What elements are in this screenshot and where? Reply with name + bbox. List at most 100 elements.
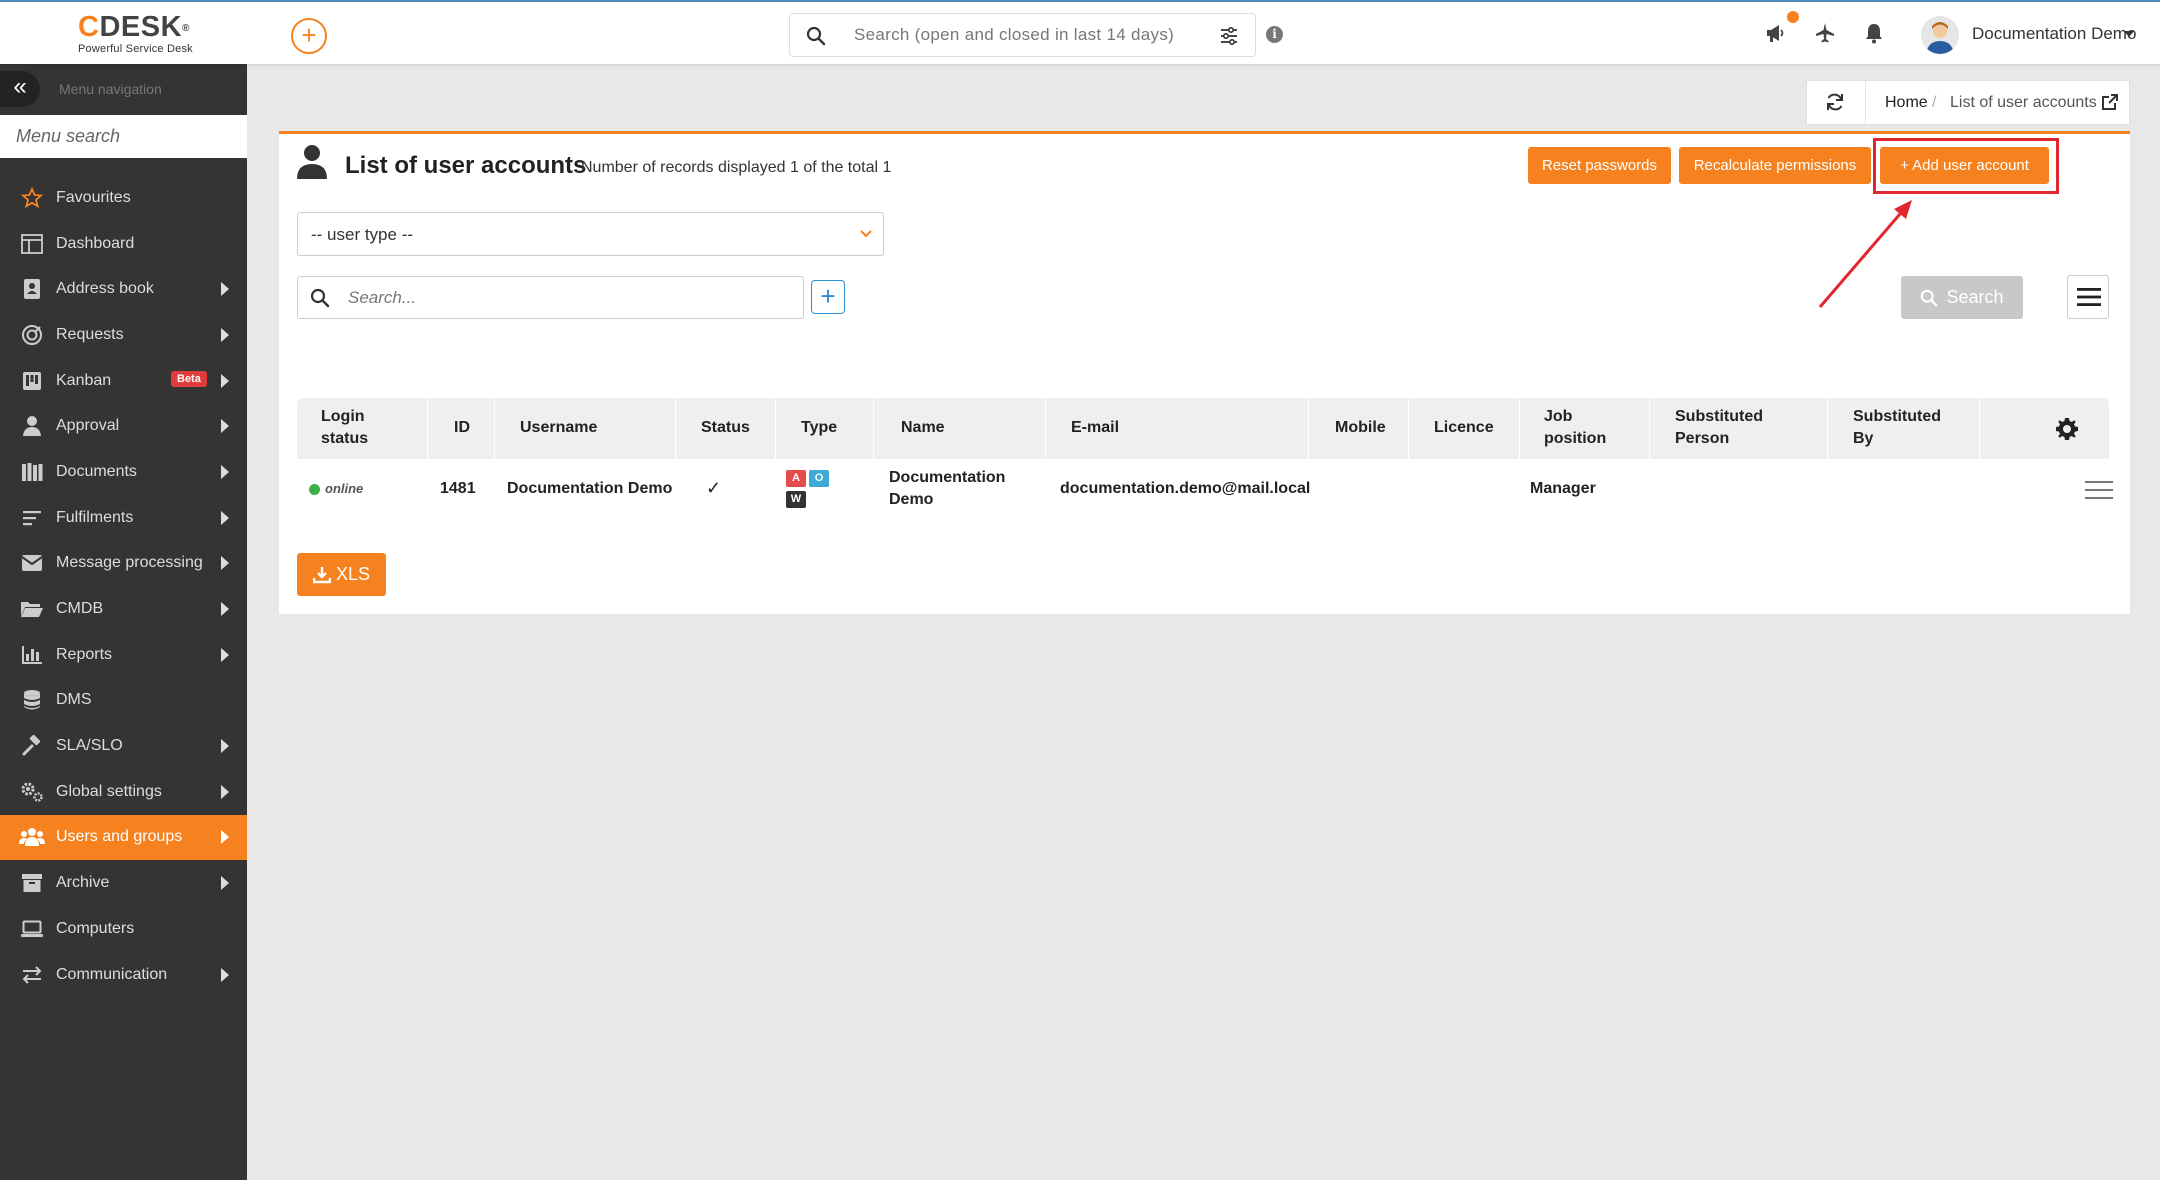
table-header: Login status ID Username Status Type Name… [297, 398, 2109, 459]
sidebar-item-documents[interactable]: Documents [0, 449, 247, 495]
recalculate-permissions-button[interactable]: Recalculate permissions [1679, 147, 1871, 184]
breadcrumb-home[interactable]: Home [1885, 94, 1928, 112]
logo[interactable]: CDESK® Powerful Service Desk [78, 12, 208, 56]
sidebar-item-label: Requests [56, 325, 124, 343]
collapse-menu-button[interactable]: « [0, 71, 40, 107]
sidebar-item-address-book[interactable]: Address book [0, 266, 247, 312]
sidebar-item-computers[interactable]: Computers [0, 906, 247, 952]
column-substituted-by[interactable]: Substituted By [1853, 406, 1941, 450]
sidebar-item-label: Computers [56, 919, 135, 937]
column-substituted-person[interactable]: Substituted Person [1675, 406, 1763, 450]
column-job-position[interactable]: Job position [1544, 406, 1606, 450]
status-check-icon: ✓ [706, 478, 722, 498]
filter-settings-icon[interactable] [1219, 26, 1239, 46]
sidebar-item-favourites[interactable]: Favourites [0, 175, 247, 221]
bell-icon[interactable] [1863, 22, 1885, 44]
sidebar-item-archive[interactable]: Archive [0, 860, 247, 906]
kanban-icon [19, 369, 45, 393]
top-bar: CDESK® Powerful Service Desk + i Documen… [0, 0, 2160, 64]
chevron-right-icon [221, 556, 229, 571]
sidebar-item-kanban[interactable]: Kanban Beta [0, 358, 247, 404]
search-icon [1921, 289, 1938, 306]
highlight-box [1873, 138, 2059, 194]
add-filter-button[interactable]: + [811, 280, 845, 314]
sidebar-item-global-settings[interactable]: Global settings [0, 769, 247, 815]
info-icon[interactable]: i [1266, 26, 1283, 43]
sidebar-item-sla-slo[interactable]: SLA/SLO [0, 723, 247, 769]
user-type-select[interactable]: -- user type -- [297, 212, 884, 256]
row-menu-icon[interactable] [2085, 481, 2113, 499]
address-book-icon [19, 277, 45, 301]
column-login-status[interactable]: Login status [321, 406, 368, 450]
sidebar-item-dashboard[interactable]: Dashboard [0, 221, 247, 267]
table-row[interactable]: online 1481 Documentation Demo ✓ A O W D… [297, 459, 2113, 519]
global-search-input[interactable] [854, 14, 1184, 56]
gear-icon[interactable] [2055, 417, 2079, 441]
divider [1865, 81, 1866, 124]
export-xls-button[interactable]: XLS [297, 553, 386, 596]
column-divider [873, 398, 874, 459]
quick-add-button[interactable]: + [291, 18, 327, 54]
requests-icon [19, 323, 45, 347]
username-cell[interactable]: Documentation Demo [507, 478, 672, 500]
columns-menu-button[interactable] [2067, 275, 2109, 319]
search-icon [806, 26, 826, 46]
sidebar-item-approval[interactable]: Approval [0, 403, 247, 449]
search-input[interactable] [348, 277, 788, 318]
type-badge-w: W [786, 491, 806, 508]
airplane-icon[interactable] [1814, 22, 1836, 44]
exchange-icon [19, 963, 45, 987]
sidebar-item-requests[interactable]: Requests [0, 312, 247, 358]
sidebar: « Menu navigation Favourites Dashboard A… [0, 64, 247, 1180]
sidebar-item-label: Message processing [56, 554, 203, 572]
column-name[interactable]: Name [901, 417, 945, 439]
column-id[interactable]: ID [454, 417, 470, 439]
user-icon [297, 145, 327, 179]
column-divider [1045, 398, 1046, 459]
annotation-arrow [1818, 200, 1912, 308]
sidebar-item-label: CMDB [56, 600, 104, 618]
breadcrumb-current: List of user accounts [1950, 94, 2097, 111]
chevron-right-icon [221, 510, 229, 525]
column-type[interactable]: Type [801, 417, 837, 439]
sidebar-item-communication[interactable]: Communication [0, 952, 247, 998]
avatar[interactable] [1921, 16, 1959, 54]
notification-dot [1787, 11, 1799, 23]
user-type-value: -- user type -- [311, 225, 414, 244]
column-licence[interactable]: Licence [1434, 417, 1494, 439]
search-icon [310, 288, 330, 308]
archive-icon [19, 871, 45, 895]
chevron-down-icon[interactable] [2124, 31, 2134, 37]
documents-icon [19, 460, 45, 484]
column-divider [675, 398, 676, 459]
column-username[interactable]: Username [520, 417, 597, 439]
sidebar-item-cmdb[interactable]: CMDB [0, 586, 247, 632]
user-name[interactable]: Documentation Demo [1972, 24, 2136, 44]
online-indicator [309, 483, 320, 495]
megaphone-icon[interactable] [1765, 22, 1787, 44]
chart-icon [19, 643, 45, 667]
sidebar-item-users-and-groups[interactable]: Users and groups [0, 814, 247, 861]
column-mobile[interactable]: Mobile [1335, 417, 1386, 439]
sidebar-item-message-processing[interactable]: Message processing [0, 541, 247, 587]
menu-search-input[interactable] [0, 115, 247, 158]
column-status[interactable]: Status [701, 417, 750, 439]
external-link-icon[interactable] [2101, 93, 2119, 111]
download-icon [312, 566, 331, 583]
logo-text: CDESK® [78, 11, 190, 43]
sidebar-item-fulfilments[interactable]: Fulfilments [0, 495, 247, 541]
page-title: List of user accounts [345, 152, 587, 179]
sidebar-header: « Menu navigation [0, 64, 247, 113]
sidebar-item-reports[interactable]: Reports [0, 632, 247, 678]
reset-passwords-button[interactable]: Reset passwords [1528, 147, 1671, 184]
chevron-right-icon [221, 967, 229, 982]
search-button-label: Search [1946, 287, 2004, 307]
sidebar-item-dms[interactable]: DMS [0, 678, 247, 724]
users-icon [19, 825, 45, 849]
refresh-icon[interactable] [1825, 92, 1845, 112]
name-cell: Documentation Demo [889, 469, 1006, 508]
sidebar-item-label: Dashboard [56, 234, 135, 252]
lines-icon [19, 506, 45, 530]
column-email[interactable]: E-mail [1071, 417, 1119, 439]
sidebar-item-label: Users and groups [56, 828, 183, 846]
